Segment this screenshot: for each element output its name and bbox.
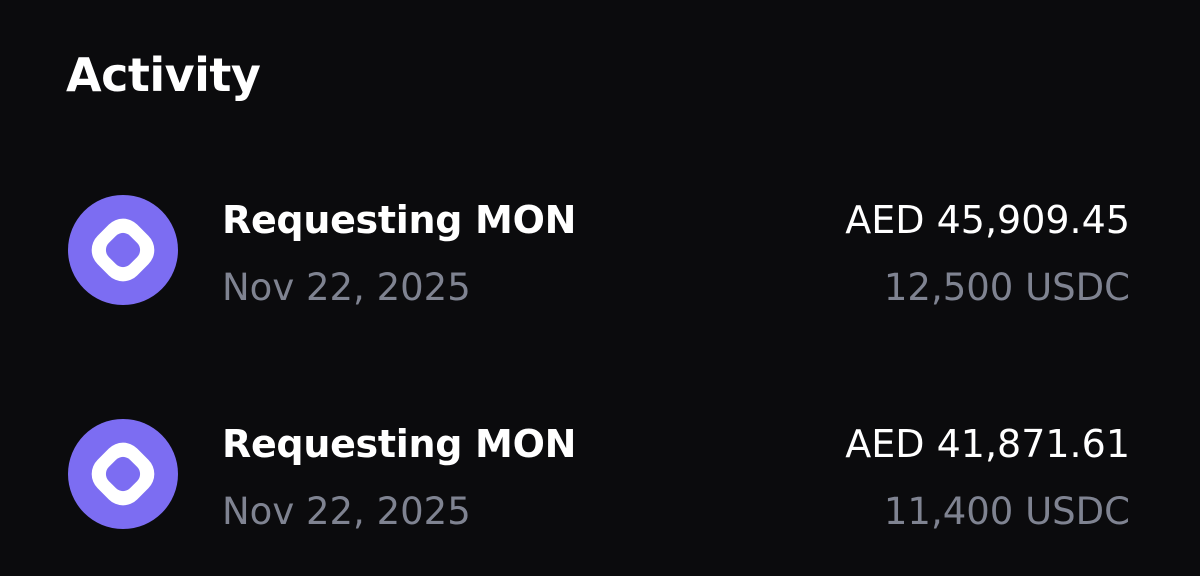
activity-item[interactable]: Requesting MON Nov 22, 2025 AED 45,909.4… [0, 175, 1200, 315]
monad-token-icon [68, 195, 178, 305]
monad-token-icon [68, 419, 178, 529]
fiat-amount: AED 45,909.45 [845, 198, 1130, 242]
activity-item[interactable]: Requesting MON Nov 22, 2025 AED 41,871.6… [0, 399, 1200, 539]
activity-list: Requesting MON Nov 22, 2025 AED 45,909.4… [0, 0, 1200, 576]
crypto-amount: 11,400 USDC [883, 490, 1130, 533]
activity-title: Requesting MON [222, 198, 577, 242]
fiat-amount: AED 41,871.61 [845, 422, 1130, 466]
activity-date: Nov 22, 2025 [222, 266, 471, 309]
activity-date: Nov 22, 2025 [222, 490, 471, 533]
activity-title: Requesting MON [222, 422, 577, 466]
crypto-amount: 12,500 USDC [883, 266, 1130, 309]
